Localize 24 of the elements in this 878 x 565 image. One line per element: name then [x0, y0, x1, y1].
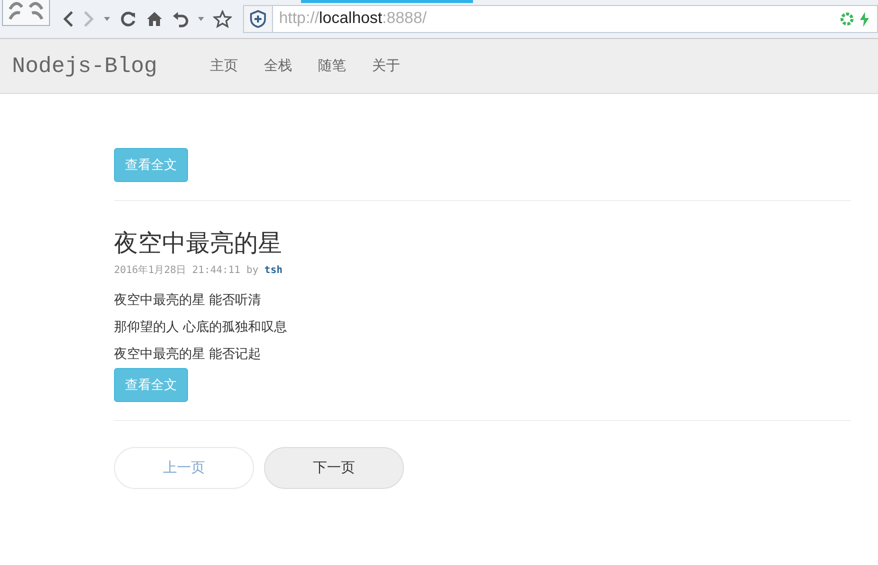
lightning-icon[interactable]	[860, 12, 869, 26]
undo-icon[interactable]	[172, 10, 189, 28]
browser-logo-icon[interactable]	[2, 0, 50, 26]
post-excerpt-line: 夜空中最亮的星 能否记起	[114, 346, 262, 364]
post-date: 2016年1月28日 21:44:11 by	[114, 265, 258, 276]
dropdown-icon[interactable]	[104, 17, 110, 21]
star-icon[interactable]	[213, 10, 232, 28]
nav-link[interactable]: 随笔	[313, 57, 352, 75]
reload-icon[interactable]	[119, 10, 137, 28]
address-field[interactable]: http://localhost:8888/	[243, 5, 878, 33]
post-excerpt-line: 那仰望的人 心底的孤独和叹息	[114, 319, 288, 337]
dropdown-icon[interactable]	[198, 17, 204, 21]
brand-link[interactable]: Nodejs-Blog	[12, 54, 158, 78]
home-icon[interactable]	[146, 11, 163, 27]
pager-button[interactable]: 下一页	[264, 447, 404, 489]
nav-link[interactable]: 关于	[367, 57, 406, 75]
shield-icon[interactable]	[244, 6, 273, 32]
post-excerpt-line: 夜空中最亮的星 能否听清	[114, 292, 262, 310]
nav-link[interactable]: 主页	[205, 57, 244, 75]
loading-icon	[840, 12, 854, 26]
author-link[interactable]: tsh	[264, 265, 282, 276]
nav-link[interactable]: 全栈	[259, 57, 298, 75]
post-title[interactable]: 夜空中最亮的星	[114, 227, 851, 259]
back-icon[interactable]	[62, 10, 74, 28]
